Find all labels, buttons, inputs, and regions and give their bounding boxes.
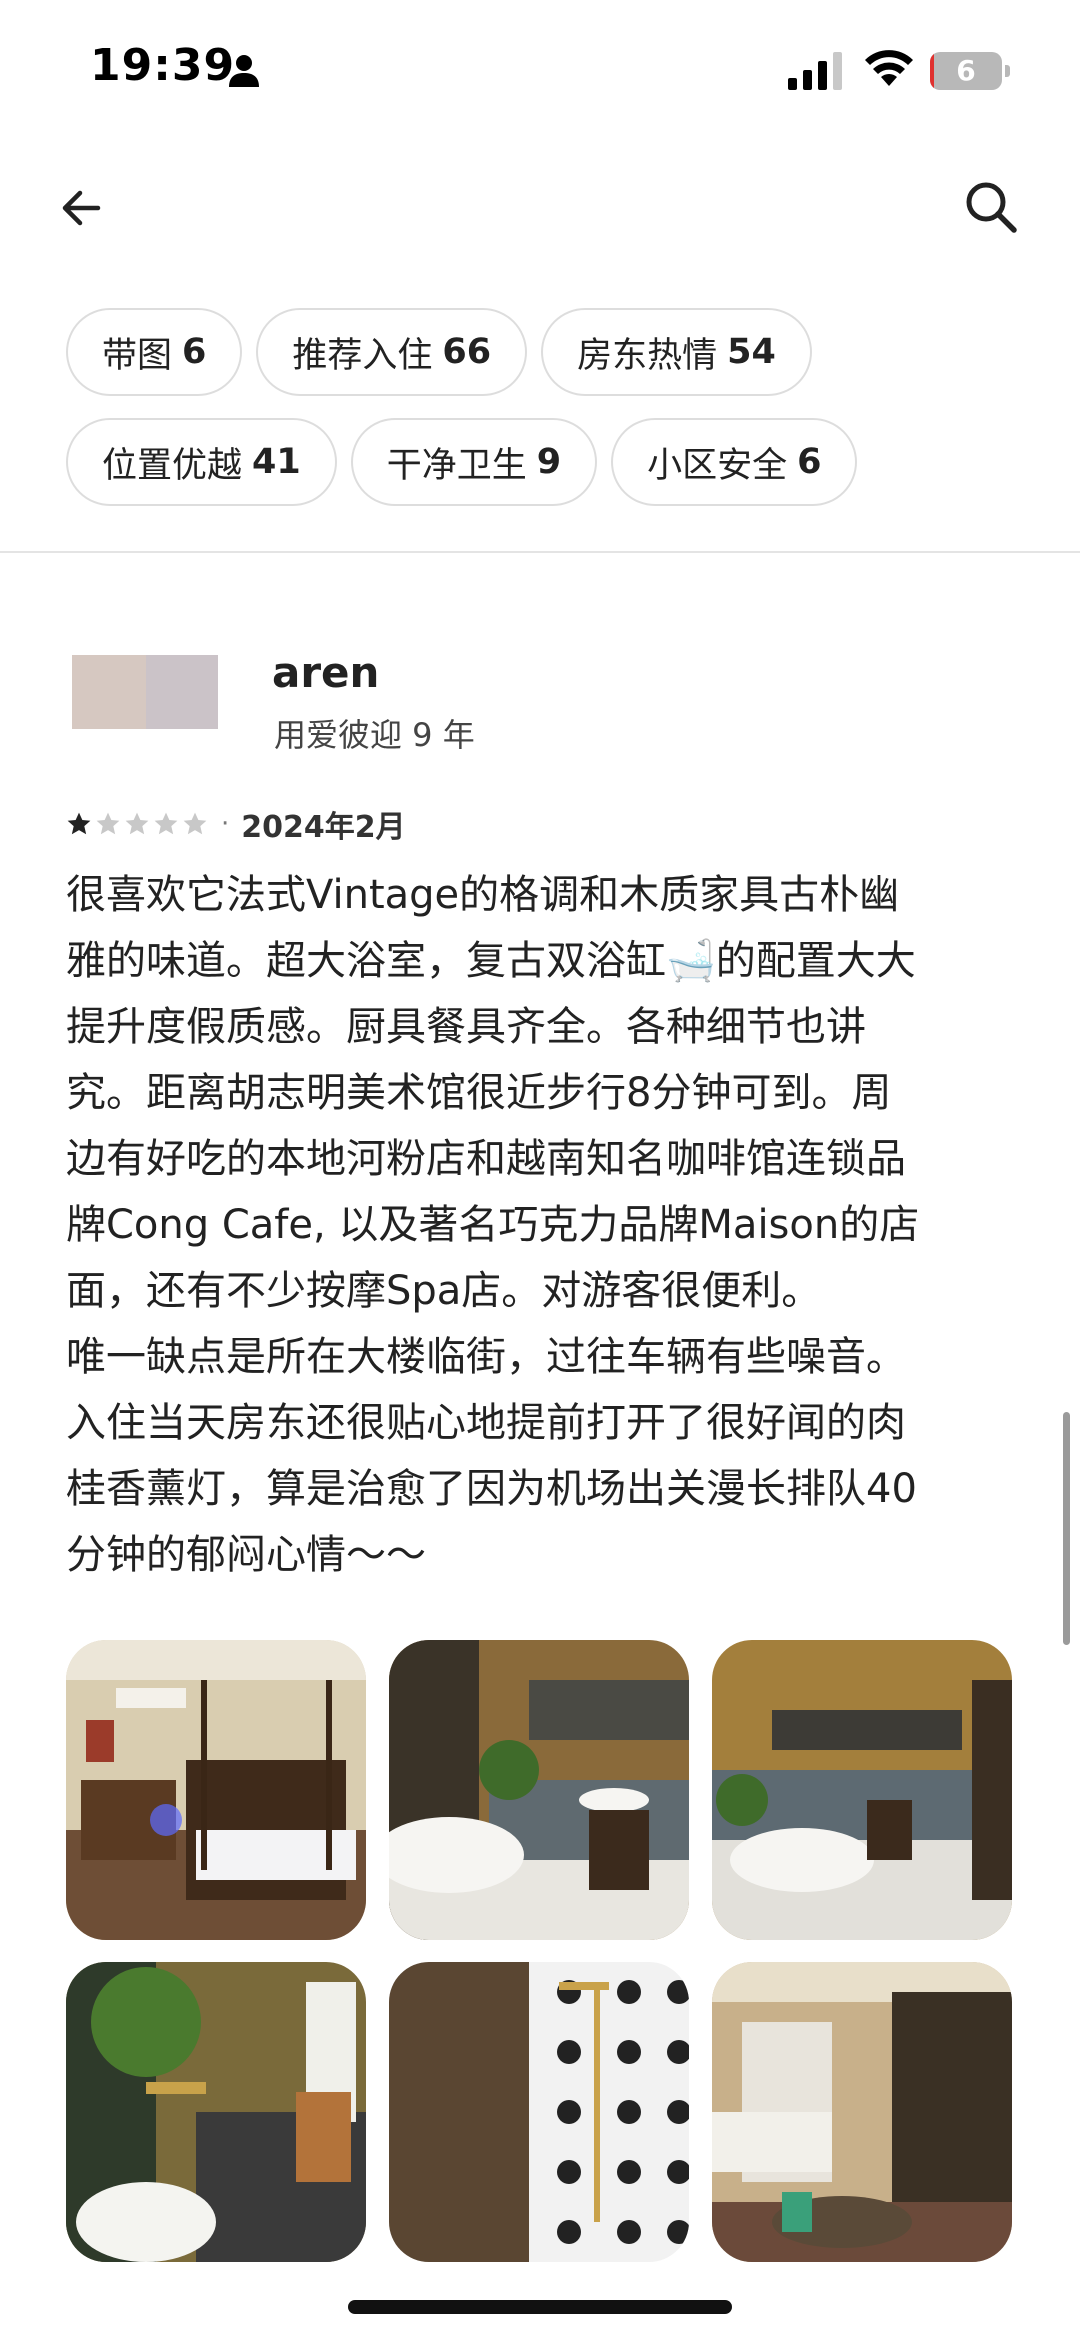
filter-chips-row-1: 带图 6 推荐入住 66 房东热情 54 bbox=[66, 308, 812, 396]
review-line: 入住当天房东还很贴心地提前打开了很好闻的肉 bbox=[66, 1400, 906, 1446]
chip-count: 6 bbox=[182, 332, 207, 372]
star-empty-icon bbox=[96, 812, 120, 835]
review-photo-shower[interactable] bbox=[389, 1962, 689, 2262]
review-line: 提升度假质感。厨具餐具齐全。各种细节也讲 bbox=[66, 1004, 866, 1050]
star-empty-icon bbox=[154, 812, 178, 835]
star-empty-icon bbox=[125, 812, 149, 835]
star-filled-icon bbox=[67, 812, 91, 835]
chip-label: 推荐入住 bbox=[292, 335, 433, 376]
rating-row: · 2024年2月 bbox=[66, 802, 406, 846]
filter-chip-location[interactable]: 位置优越 41 bbox=[66, 418, 337, 506]
review-line: 究。距离胡志明美术馆很近步行8分钟可到。周 bbox=[66, 1070, 892, 1116]
review-line: 面，还有不少按摩Spa店。对游客很便利。 bbox=[66, 1268, 822, 1314]
star-empty-icon bbox=[183, 812, 207, 835]
review-line: 唯一缺点是所在大楼临街，过往车辆有些噪音。 bbox=[66, 1334, 906, 1380]
review-photo-bedroom[interactable] bbox=[66, 1640, 366, 1940]
search-icon[interactable] bbox=[960, 176, 1022, 238]
review-line: 桂香薰灯，算是治愈了因为机场出关漫长排队40 bbox=[66, 1466, 917, 1512]
review-photo-bathroom-1[interactable] bbox=[389, 1640, 689, 1940]
reviewer-name: aren bbox=[272, 648, 380, 697]
reviewer-tenure: 用爱彼迎 9 年 bbox=[274, 716, 475, 754]
review-photo-living[interactable] bbox=[712, 1962, 1012, 2262]
status-time: 19:39 bbox=[90, 40, 236, 91]
review-date: 2024年2月 bbox=[241, 810, 406, 845]
wifi-icon bbox=[865, 50, 913, 86]
signal-icon bbox=[788, 52, 842, 90]
person-icon bbox=[229, 55, 259, 87]
filter-chips-row-2: 位置优越 41 干净卫生 9 小区安全 6 bbox=[66, 418, 858, 506]
battery-level: 6 bbox=[956, 54, 976, 87]
review-line: 分钟的郁闷心情～～ bbox=[66, 1532, 426, 1578]
divider bbox=[0, 551, 1080, 553]
chip-count: 66 bbox=[442, 332, 492, 372]
chip-count: 9 bbox=[536, 442, 562, 482]
chip-count: 41 bbox=[252, 442, 301, 482]
avatar[interactable] bbox=[72, 655, 218, 729]
review-photo-sink[interactable] bbox=[66, 1962, 366, 2262]
filter-chip-recommended[interactable]: 推荐入住 66 bbox=[256, 308, 528, 396]
review-line: 牌Cong Cafe, 以及著名巧克力品牌Maison的店 bbox=[66, 1202, 920, 1248]
filter-chip-safe[interactable]: 小区安全 6 bbox=[611, 418, 858, 506]
rating-separator: · bbox=[221, 809, 230, 839]
filter-chip-with-photos[interactable]: 带图 6 bbox=[66, 308, 243, 396]
filter-chip-clean[interactable]: 干净卫生 9 bbox=[350, 418, 598, 506]
filter-chip-host-friendly[interactable]: 房东热情 54 bbox=[541, 308, 812, 396]
chip-label: 位置优越 bbox=[102, 445, 243, 486]
chip-count: 54 bbox=[727, 332, 776, 372]
review-photo-bathroom-2[interactable] bbox=[712, 1640, 1012, 1940]
chip-label: 干净卫生 bbox=[386, 445, 527, 486]
scroll-indicator[interactable] bbox=[1063, 1412, 1070, 1645]
status-bar: 19:39 6 bbox=[0, 0, 1080, 140]
chip-label: 带图 bbox=[102, 335, 173, 376]
battery-icon: 6 bbox=[930, 52, 1010, 90]
review-text: 很喜欢它法式Vintage的格调和木质家具古朴幽 雅的味道。超大浴室，复古双浴缸… bbox=[66, 862, 1026, 1588]
back-button[interactable] bbox=[56, 178, 116, 238]
chip-label: 小区安全 bbox=[647, 445, 788, 486]
review-line: 很喜欢它法式Vintage的格调和木质家具古朴幽 bbox=[66, 872, 900, 918]
star-rating bbox=[66, 811, 211, 837]
chip-count: 6 bbox=[797, 442, 822, 482]
review-line: 边有好吃的本地河粉店和越南知名咖啡馆连锁品 bbox=[66, 1136, 906, 1182]
home-indicator[interactable] bbox=[348, 2300, 732, 2314]
review-line: 雅的味道。超大浴室，复古双浴缸🛁的配置大大 bbox=[66, 938, 916, 984]
chip-label: 房东热情 bbox=[577, 335, 718, 376]
